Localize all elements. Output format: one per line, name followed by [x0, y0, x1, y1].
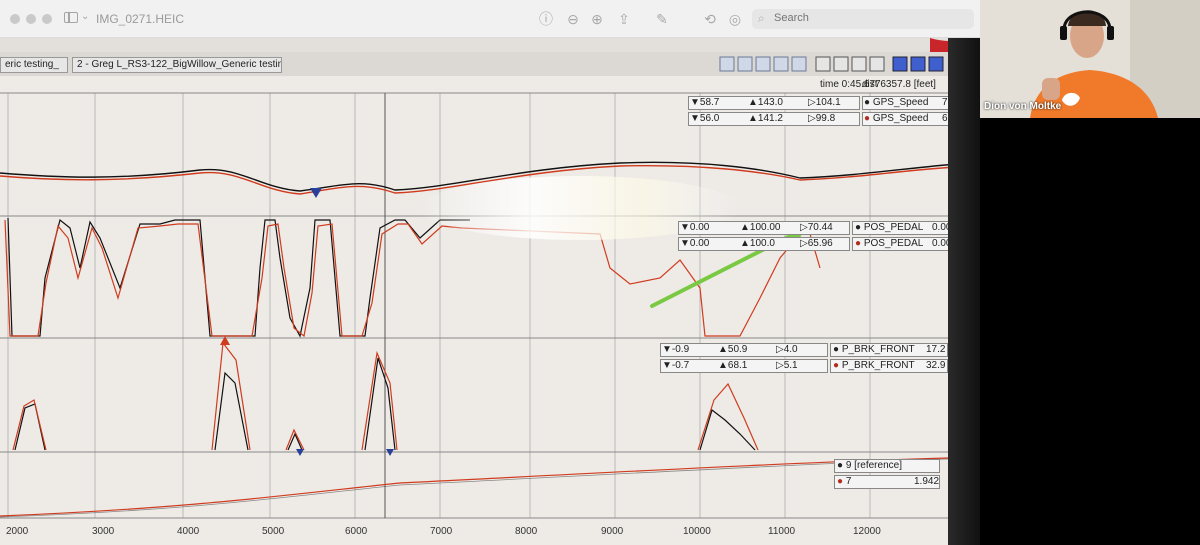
brake-value-b: 32.9 [926, 360, 946, 371]
analysis-photo: eric testing_ 2 - Greg L_RS3-122_BigWill… [0, 38, 980, 545]
reference-channel-a: ● 9 [reference] [837, 460, 902, 471]
zoom-in-icon[interactable]: ⊕ [587, 9, 607, 29]
annotate-icon[interactable]: ◎ [725, 9, 745, 29]
brake-cur-b: ▷5.1 [776, 360, 798, 371]
pedal-max-b: ▲100.0 [740, 238, 775, 249]
gps-max-b: ▲141.2 [748, 113, 783, 124]
dist-readout: dist 6357.8 [feet] [862, 79, 936, 90]
share-icon[interactable]: ⇪ [614, 9, 634, 29]
webcam-tile[interactable]: Dion von Moltke [980, 0, 1200, 118]
brake-value-a: 17.2 [926, 344, 946, 355]
reference-channel-b: ● 7 [837, 476, 852, 487]
pedal-channel-b: ● POS_PEDAL [855, 238, 924, 249]
pedal-cur-b: ▷65.96 [800, 238, 833, 249]
gps-min-b: ▼56.0 [690, 113, 720, 124]
gps-max-a: ▲143.0 [748, 97, 783, 108]
x-axis-label: 6000 [345, 526, 368, 537]
sidebar-toggle-icon[interactable] [64, 12, 78, 23]
brake-cur-a: ▷4.0 [776, 344, 798, 355]
x-axis-label: 11000 [768, 526, 796, 537]
tab-greg-bigwillow[interactable]: 2 - Greg L_RS3-122_BigWillow_Generic tes… [72, 57, 282, 73]
gps-channel-a: ● GPS_Speed [864, 97, 929, 108]
chevron-down-icon[interactable]: ⌄ [81, 11, 89, 22]
image-viewer-window: ⌄ IMG_0271.HEIC ⓘ ⊖ ⊕ ⇪ ✎ ⟲ ◎ ⌕ Search e… [0, 0, 980, 545]
rotate-icon[interactable]: ⟲ [700, 9, 720, 29]
window-title: IMG_0271.HEIC [96, 12, 185, 26]
pedal-min-a: ▼0.00 [680, 222, 710, 233]
info-icon[interactable]: ⓘ [536, 9, 556, 29]
x-axis-label: 2000 [6, 526, 29, 537]
close-button[interactable] [10, 14, 20, 24]
minimize-button[interactable] [26, 14, 36, 24]
gps-channel-b: ● GPS_Speed [864, 113, 929, 124]
x-axis-label: 10000 [683, 526, 711, 537]
zoom-out-icon[interactable]: ⊖ [563, 9, 583, 29]
brake-max-b: ▲68.1 [718, 360, 748, 371]
x-axis-label: 8000 [515, 526, 538, 537]
pedal-min-b: ▼0.00 [680, 238, 710, 249]
gps-min-a: ▼58.7 [690, 97, 720, 108]
pedal-max-a: ▲100.00 [740, 222, 781, 233]
brake-channel-a: ● P_BRK_FRONT [833, 344, 915, 355]
markup-icon[interactable]: ✎ [652, 9, 672, 29]
x-axis-label: 3000 [92, 526, 115, 537]
x-axis-label: 4000 [177, 526, 200, 537]
pedal-cur-a: ▷70.44 [800, 222, 833, 233]
x-axis-label: 9000 [601, 526, 624, 537]
search-icon: ⌕ [758, 11, 765, 25]
empty-video-area [980, 118, 1200, 545]
participant-name: Dion von Moltke [984, 101, 1062, 112]
search-input[interactable] [774, 12, 964, 24]
x-axis-label: 5000 [262, 526, 285, 537]
x-axis-label: 12000 [853, 526, 881, 537]
brake-min-a: ▼-0.9 [662, 344, 690, 355]
brake-channel-b: ● P_BRK_FRONT [833, 360, 915, 371]
pedal-channel-a: ● POS_PEDAL [855, 222, 924, 233]
x-axis-label: 7000 [430, 526, 453, 537]
brake-max-a: ▲50.9 [718, 344, 748, 355]
search-field[interactable]: ⌕ [752, 9, 974, 29]
gps-cur-b: ▷99.8 [808, 113, 836, 124]
monitor-bezel [948, 38, 980, 545]
reference-value-b: 1.942 [914, 476, 940, 487]
tab-generic-testing[interactable]: eric testing_ [0, 57, 68, 73]
gps-cur-a: ▷104.1 [808, 97, 841, 108]
zoom-button[interactable] [42, 14, 52, 24]
title-bar: ⌄ IMG_0271.HEIC ⓘ ⊖ ⊕ ⇪ ✎ ⟲ ◎ ⌕ [0, 0, 980, 38]
brake-min-b: ▼-0.7 [662, 360, 690, 371]
